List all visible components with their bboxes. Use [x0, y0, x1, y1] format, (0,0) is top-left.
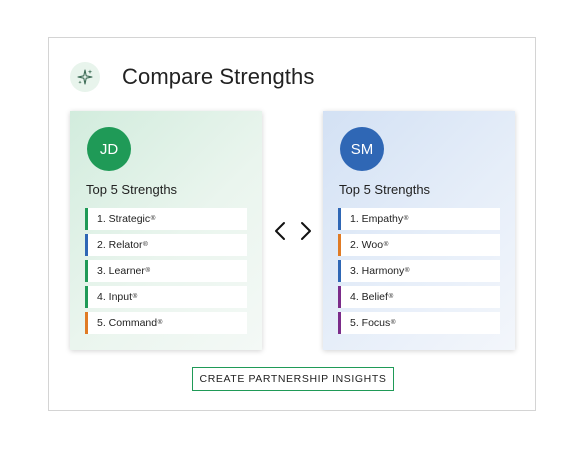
list-item: 5. Focus ®	[338, 312, 500, 334]
list-item: 1. Empathy ®	[338, 208, 500, 230]
avatar: SM	[340, 127, 384, 171]
chevrons-left-right-icon[interactable]	[272, 220, 314, 242]
strengths-list: 1. Empathy ® 2. Woo ® 3. Harmony ® 4. Belie…	[338, 208, 500, 338]
list-item: 5. Command ®	[85, 312, 247, 334]
list-item: 2. Relator ®	[85, 234, 247, 256]
create-partnership-insights-button[interactable]: CREATE PARTNERSHIP INSIGHTS	[192, 367, 394, 391]
strengths-card-sm: SM Top 5 Strengths 1. Empathy ® 2. Woo ® 3…	[323, 111, 515, 350]
list-item: 1. Strategic ®	[85, 208, 247, 230]
list-item: 3. Harmony ®	[338, 260, 500, 282]
card-heading: Top 5 Strengths	[339, 182, 431, 197]
list-item: 2. Woo ®	[338, 234, 500, 256]
avatar: JD	[87, 127, 131, 171]
strengths-card-jd: JD Top 5 Strengths 1. Strategic ® 2. Rela…	[70, 111, 262, 350]
sparkle-icon	[70, 62, 100, 92]
list-item: 3. Learner ®	[85, 260, 247, 282]
page-title: Compare Strengths	[122, 64, 315, 89]
list-item: 4. Input ®	[85, 286, 247, 308]
card-heading: Top 5 Strengths	[86, 182, 178, 197]
list-item: 4. Belief ®	[338, 286, 500, 308]
strengths-list: 1. Strategic ® 2. Relator ® 3. Learner ® 4.…	[85, 208, 247, 338]
